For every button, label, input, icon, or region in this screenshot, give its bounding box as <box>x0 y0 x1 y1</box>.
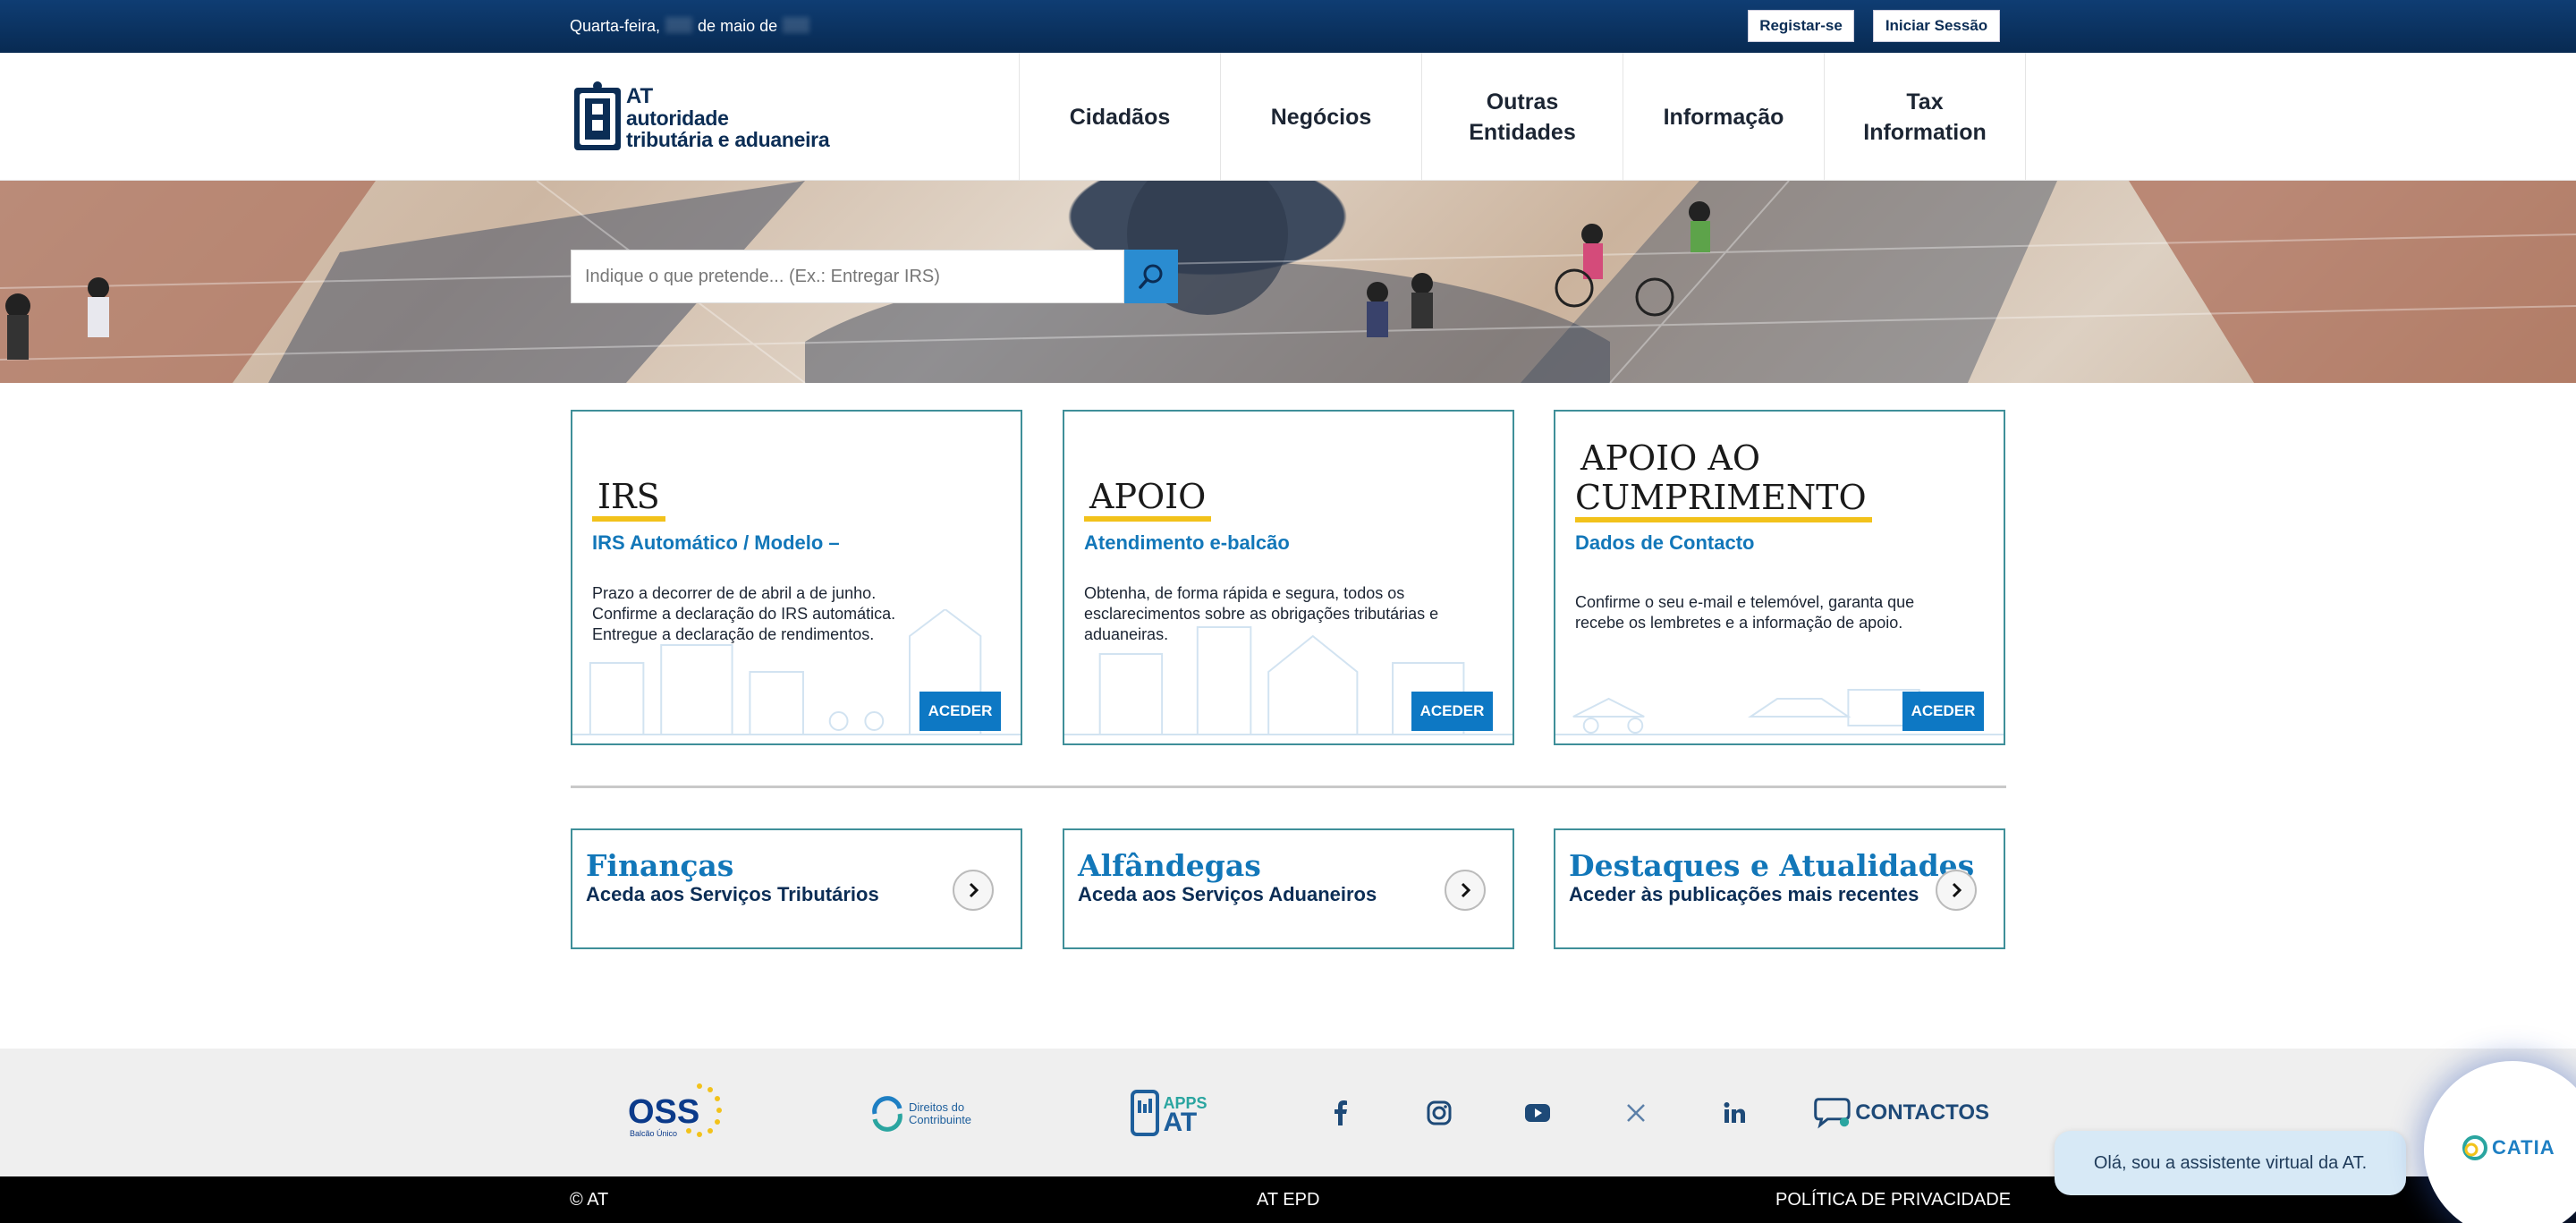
nav-cidadaos[interactable]: Cidadãos <box>1020 53 1221 181</box>
card-description: Prazo a decorrer de de abril a de junho.… <box>592 584 896 643</box>
apps-at-label: AT <box>1163 1108 1198 1137</box>
card-description: Confirme o seu e-mail e telemóvel, garan… <box>1575 593 1915 632</box>
chevron-right-icon[interactable] <box>953 870 994 911</box>
card-description: Obtenha, de forma rápida e segura, todos… <box>1084 584 1439 643</box>
current-date: Quarta-feira, de maio de <box>570 17 810 36</box>
card-apoio-cumprimento: APOIO AO CUMPRIMENTO Dados de Contacto C… <box>1554 410 2005 745</box>
logo-line-3: tributária e aduaneira <box>626 128 830 151</box>
search-icon <box>1139 264 1163 289</box>
contactos-link[interactable]: CONTACTOS <box>1814 1088 1989 1138</box>
card-apoio: APOIO Atendimento e-balcão Obtenha, de f… <box>1063 410 1514 745</box>
section-divider <box>571 786 2006 788</box>
link-alfandegas[interactable]: Alfândegas Aceda aos Serviços Aduaneiros <box>1063 828 1514 949</box>
register-button[interactable]: Registar-se <box>1748 10 1854 42</box>
site-header: AT autoridade tributária e aduaneira Cid… <box>0 53 2576 181</box>
date-day-redacted <box>665 17 693 33</box>
date-month: de maio de <box>698 17 778 35</box>
search-placeholder: Indique o que pretende... (Ex.: Entregar… <box>585 266 940 286</box>
card-title-line-2: CUMPRIMENTO <box>1575 478 1872 522</box>
search-input[interactable]: Indique o que pretende... (Ex.: Entregar… <box>571 250 1124 303</box>
card-subtitle[interactable]: IRS Automático / Modelo – <box>592 531 840 555</box>
nav-informacao[interactable]: Informação <box>1623 53 1825 181</box>
aceder-button[interactable]: ACEDER <box>1902 692 1984 731</box>
link-subtitle: Aceda aos Serviços Aduaneiros <box>1078 883 1377 905</box>
card-title-text: IRS <box>592 477 665 522</box>
link-title: Destaques e Atualidades <box>1569 848 1975 883</box>
apps-at-link[interactable]: APPS AT <box>1123 1086 1213 1140</box>
logo-line-2: autoridade <box>626 106 729 130</box>
privacy-policy-link[interactable]: POLÍTICA DE PRIVACIDADE <box>1775 1190 2011 1210</box>
card-subtitle[interactable]: Atendimento e-balcão <box>1084 531 1290 555</box>
chat-greeting-bubble[interactable]: Olá, sou a assistente virtual da AT. <box>2055 1131 2406 1195</box>
card-title: APOIO AO CUMPRIMENTO <box>1575 438 1872 522</box>
hero-banner: Indique o que pretende... (Ex.: Entregar… <box>0 181 2576 383</box>
direitos-contribuinte-link[interactable]: Direitos do Contribuinte <box>862 1091 979 1136</box>
instagram-icon[interactable] <box>1421 1095 1457 1131</box>
top-bar: Quarta-feira, de maio de Registar-se Ini… <box>0 0 2576 53</box>
link-subtitle: Aceda aos Serviços Tributários <box>586 883 879 905</box>
card-title-text: APOIO <box>1084 477 1212 522</box>
date-weekday: Quarta-feira, <box>570 17 661 35</box>
oss-sublabel: Balcão Único <box>630 1129 678 1138</box>
portugal-shield-icon <box>574 81 621 150</box>
hero-pavement-image <box>0 181 2576 383</box>
at-logo[interactable]: AT autoridade tributária e aduaneira <box>572 78 859 158</box>
search-button[interactable] <box>1124 250 1178 303</box>
card-subtitle[interactable]: Dados de Contacto <box>1575 531 1754 555</box>
at-epd-link[interactable]: AT EPD <box>1257 1190 1319 1210</box>
direitos-line-1: Direitos do <box>908 1100 965 1114</box>
link-financas[interactable]: Finanças Aceda aos Serviços Tributários <box>571 828 1022 949</box>
nav-tax-information[interactable]: Tax Information <box>1825 53 2026 181</box>
youtube-icon[interactable] <box>1520 1095 1555 1131</box>
nav-tax-information-label: Tax Information <box>1863 89 1987 145</box>
main-nav: Cidadãos Negócios Outras Entidades Infor… <box>1019 53 2026 181</box>
logo-at: AT <box>626 84 654 108</box>
mobile-phone-icon <box>1131 1090 1160 1136</box>
link-subtitle: Aceder às publicações mais recentes <box>1569 883 1919 905</box>
card-title: APOIO <box>1084 477 1212 522</box>
nav-outras-entidades-label: Outras Entidades <box>1469 89 1576 145</box>
direitos-contribuinte-icon <box>872 1096 902 1132</box>
card-title: IRS <box>592 477 665 522</box>
link-destaques[interactable]: Destaques e Atualidades Aceder às public… <box>1554 828 2005 949</box>
direitos-line-2: Contribuinte <box>908 1113 972 1126</box>
card-irs: IRS IRS Automático / Modelo – Prazo a de… <box>571 410 1022 745</box>
copyright-text: © AT <box>570 1190 609 1210</box>
eu-stars-icon <box>686 1083 722 1137</box>
card-title-line-1: APOIO AO <box>1580 438 1761 478</box>
nav-negocios[interactable]: Negócios <box>1221 53 1422 181</box>
aceder-button[interactable]: ACEDER <box>919 692 1001 731</box>
oss-link[interactable]: OSS Balcão Único <box>626 1081 724 1143</box>
linkedin-icon[interactable] <box>1716 1095 1752 1131</box>
contactos-label: CONTACTOS <box>1855 1100 1989 1125</box>
link-title: Alfândegas <box>1078 848 1261 883</box>
chat-contact-icon <box>1814 1098 1851 1129</box>
facebook-icon[interactable] <box>1323 1095 1359 1131</box>
login-button[interactable]: Iniciar Sessão <box>1873 10 2000 42</box>
x-icon[interactable] <box>1618 1095 1654 1131</box>
chevron-right-icon[interactable] <box>1936 870 1977 911</box>
link-title: Finanças <box>586 848 734 883</box>
aceder-button[interactable]: ACEDER <box>1411 692 1493 731</box>
nav-outras-entidades[interactable]: Outras Entidades <box>1422 53 1623 181</box>
chat-greeting-text: Olá, sou a assistente virtual da AT. <box>2093 1152 2368 1173</box>
chevron-right-icon[interactable] <box>1445 870 1486 911</box>
date-year-redacted <box>783 17 810 33</box>
catia-brand-label: CATIA <box>2492 1136 2555 1159</box>
